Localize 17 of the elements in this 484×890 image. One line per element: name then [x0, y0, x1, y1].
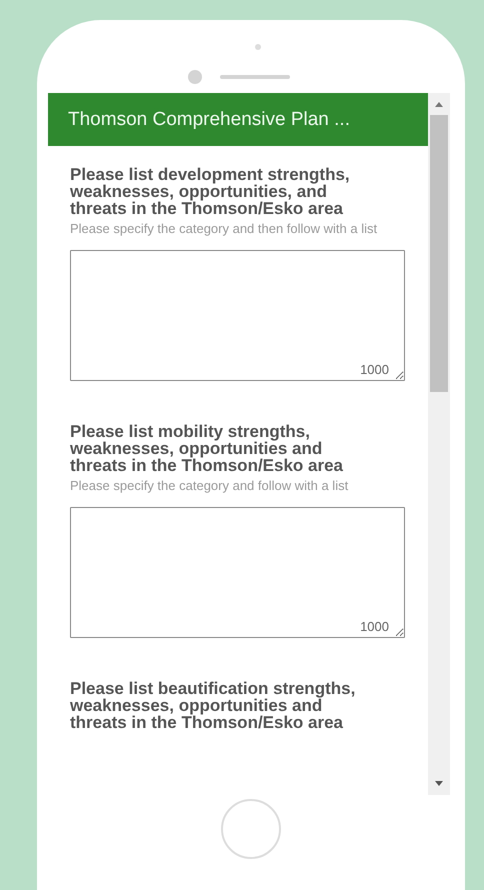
character-count: 1000: [360, 362, 389, 377]
camera-icon: [255, 44, 261, 50]
answer-box[interactable]: [70, 250, 405, 381]
question-hint: Please specify the category and follow with a list: [70, 477, 350, 494]
speaker-icon: [220, 75, 290, 79]
scrollbar[interactable]: [428, 93, 450, 795]
scroll-thumb[interactable]: [430, 115, 448, 392]
answer-box[interactable]: [70, 507, 405, 638]
character-count: 1000: [360, 619, 389, 634]
question-title: Please list beautification strengths, weaknesses, opportunities and threats in the Thomson/Esko area: [70, 680, 356, 731]
question-hint: Please specify the category and then follow with a list: [70, 220, 378, 237]
scroll-down-icon[interactable]: [434, 781, 444, 787]
question-title: Please list development strengths, weaknesses, opportunities, and threats in the Thomson/Esko area: [70, 166, 351, 217]
survey-title: Thomson Comprehensive Plan ...: [68, 108, 350, 130]
lens-icon: [188, 70, 202, 84]
scroll-up-icon[interactable]: [434, 101, 444, 107]
question-title: Please list mobility strengths, weaknesses, opportunities and threats in the Thomson/Esko area: [70, 423, 344, 474]
